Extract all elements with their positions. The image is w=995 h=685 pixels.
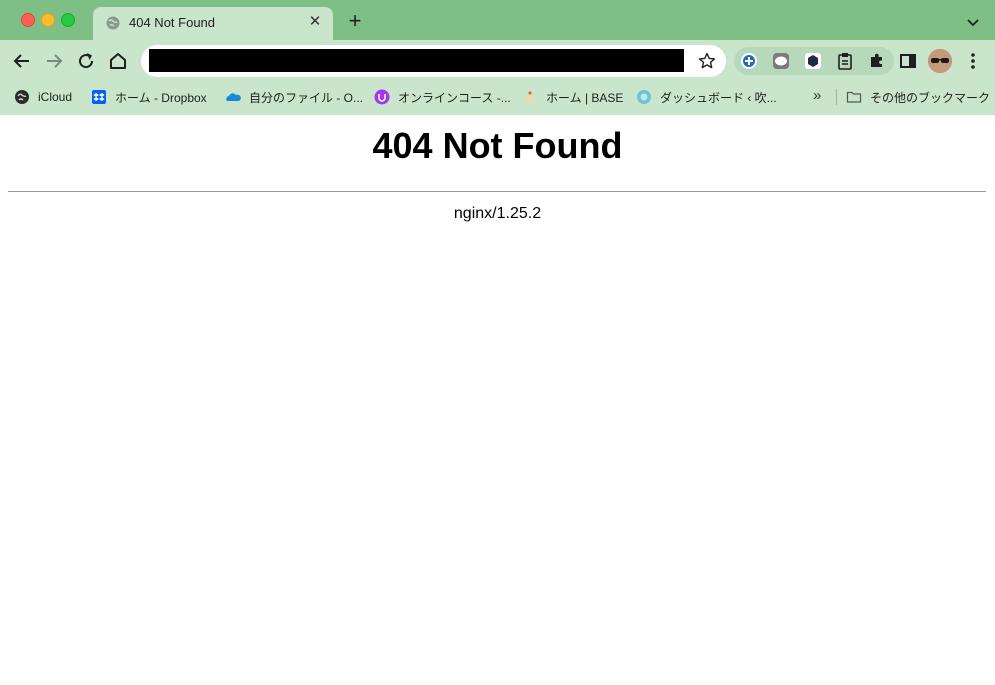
bookmark-dashboard[interactable]: ダッシュボード ‹ 吹... <box>636 87 777 107</box>
bookmark-base[interactable]: ホーム | BASE <box>522 87 623 107</box>
minimize-window-button[interactable] <box>41 13 55 27</box>
back-arrow-icon[interactable] <box>10 49 34 73</box>
url-redacted <box>149 49 684 72</box>
extension-blue-icon[interactable] <box>739 51 759 71</box>
star-icon[interactable] <box>697 51 717 71</box>
browser-tab[interactable]: 404 Not Found ✕ <box>93 7 333 40</box>
tab-title: 404 Not Found <box>129 15 216 30</box>
bookmark-label: ホーム | BASE <box>546 90 624 105</box>
bookmark-dropbox[interactable]: ホーム - Dropbox <box>91 87 207 107</box>
extension-hex-icon[interactable] <box>803 51 823 71</box>
bookmark-label: ダッシュボード ‹ 吹... <box>660 90 777 105</box>
tab-close-icon[interactable]: ✕ <box>306 13 324 31</box>
onedrive-icon <box>226 93 241 101</box>
dropbox-icon <box>92 90 106 104</box>
server-signature: nginx/1.25.2 <box>453 205 542 222</box>
line-icon[interactable] <box>771 51 791 71</box>
extensions-group <box>734 47 894 75</box>
reload-icon[interactable] <box>74 49 98 73</box>
bookmarks-bar: iCloud ホーム - Dropbox 自分のファイル - O... オンライ… <box>0 84 995 110</box>
globe-icon <box>106 16 120 30</box>
bookmark-udemy[interactable]: オンラインコース -... <box>374 87 511 107</box>
title-bar: 404 Not Found ✕ + <box>0 0 995 40</box>
bookmark-label: その他のブックマーク <box>870 90 991 105</box>
browser-chrome: 404 Not Found ✕ + iCloud ホーム - Dropbox 自… <box>0 0 995 115</box>
page-content: 404 Not Found nginx/1.25.2 <box>0 115 995 685</box>
avatar-image <box>928 49 952 73</box>
udemy-icon <box>374 89 390 105</box>
home-icon[interactable] <box>106 49 130 73</box>
bookmark-icloud[interactable]: iCloud <box>14 87 72 107</box>
side-panel-icon[interactable] <box>898 51 918 71</box>
base-icon <box>525 91 535 103</box>
more-menu-icon[interactable] <box>964 51 982 71</box>
bookmark-onedrive[interactable]: 自分のファイル - O... <box>225 87 363 107</box>
maximize-window-button[interactable] <box>61 13 75 27</box>
profile-avatar[interactable] <box>928 49 952 73</box>
clipboard-icon[interactable] <box>835 51 855 71</box>
folder-icon <box>846 91 862 103</box>
page-title: 404 Not Found <box>372 125 623 166</box>
horizontal-rule <box>8 191 986 192</box>
puzzle-icon[interactable] <box>867 51 887 71</box>
address-bar[interactable] <box>141 45 726 77</box>
bookmarks-separator <box>836 89 837 105</box>
bookmark-other-folder[interactable]: その他のブックマーク <box>846 87 990 107</box>
bookmark-label: iCloud <box>38 90 73 104</box>
new-tab-button[interactable]: + <box>345 10 365 32</box>
bookmark-label: ホーム - Dropbox <box>115 90 207 105</box>
bookmark-label: オンラインコース -... <box>398 90 511 105</box>
forward-arrow-icon[interactable] <box>42 49 66 73</box>
wordpress-icon <box>637 90 651 104</box>
bookmark-label: 自分のファイル - O... <box>249 90 364 105</box>
chevron-down-icon[interactable] <box>964 13 982 31</box>
icloud-icon <box>15 90 29 104</box>
close-window-button[interactable] <box>21 13 35 27</box>
more-bookmarks-icon[interactable]: » <box>813 87 821 104</box>
